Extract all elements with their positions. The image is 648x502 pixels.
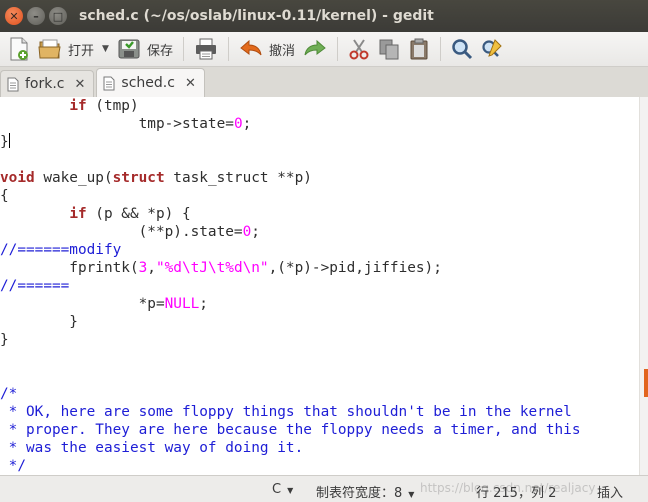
close-tab-icon[interactable]: ✕ bbox=[185, 76, 196, 91]
maximize-icon: □ bbox=[52, 9, 64, 23]
undo-label: 撤消 bbox=[268, 43, 295, 59]
redo-button[interactable] bbox=[299, 34, 331, 64]
new-button[interactable] bbox=[4, 34, 34, 64]
code-line[interactable] bbox=[0, 349, 640, 367]
toolbar-separator bbox=[336, 37, 338, 61]
code-line[interactable]: *p=NULL; bbox=[0, 295, 640, 313]
text-cursor bbox=[8, 133, 10, 148]
code-line[interactable]: } bbox=[0, 313, 640, 331]
tab-label: fork.c bbox=[25, 76, 65, 92]
text-file-icon bbox=[103, 76, 115, 90]
window-title: sched.c (~/os/oslab/linux-0.11/kernel) -… bbox=[79, 8, 434, 24]
print-button[interactable] bbox=[190, 34, 222, 64]
code-line[interactable]: * OK, here are some floppy things that s… bbox=[0, 403, 640, 421]
find-button[interactable] bbox=[447, 34, 477, 64]
title-bar: ✕ – □ sched.c (~/os/oslab/linux-0.11/ker… bbox=[0, 0, 648, 32]
maximize-window-button[interactable]: □ bbox=[49, 7, 67, 25]
save-icon bbox=[118, 39, 140, 59]
code-text[interactable]: if (tmp) tmp->state=0;} void wake_up(str… bbox=[0, 97, 640, 475]
open-label: 打开 bbox=[68, 43, 95, 59]
new-document-icon bbox=[10, 37, 28, 61]
toolbar-separator bbox=[182, 37, 184, 61]
open-dropdown-icon[interactable]: ▼ bbox=[102, 44, 109, 54]
undo-arrow-icon bbox=[240, 39, 262, 56]
open-folder-icon bbox=[38, 39, 61, 59]
open-button[interactable]: 打开 ▼ bbox=[34, 34, 113, 64]
status-bar: C ▼ 制表符宽度：8 ▼ https://blog.csdn.net/realja… bbox=[0, 475, 648, 502]
code-line[interactable]: (**p).state=0; bbox=[0, 223, 640, 241]
code-line[interactable]: */ bbox=[0, 457, 640, 475]
toolbar-separator bbox=[439, 37, 441, 61]
tab-sched-c[interactable]: sched.c ✕ bbox=[96, 68, 205, 97]
scissors-icon bbox=[349, 39, 369, 60]
code-line[interactable]: { bbox=[0, 187, 640, 205]
code-line[interactable]: } bbox=[0, 331, 640, 349]
scrollbar-thumb[interactable] bbox=[644, 369, 648, 397]
code-line[interactable]: //======modify bbox=[0, 241, 640, 259]
code-line[interactable]: //====== bbox=[0, 277, 640, 295]
code-line[interactable]: * was the easiest way of doing it. bbox=[0, 439, 640, 457]
toolbar: 打开 ▼ 保存 撤消 bbox=[0, 32, 648, 67]
insert-mode-indicator[interactable]: 插入 bbox=[597, 482, 623, 501]
minimize-window-button[interactable]: – bbox=[27, 7, 45, 25]
code-line[interactable]: } bbox=[0, 133, 640, 151]
tab-width-label: 制表符宽度：8 bbox=[316, 486, 403, 501]
code-line[interactable] bbox=[0, 151, 640, 169]
minimize-icon: – bbox=[33, 9, 39, 23]
code-line[interactable]: fprintk(3,"%d\tJ\t%d\n",(*p)->pid,jiffie… bbox=[0, 259, 640, 277]
code-line[interactable]: if (p && *p) { bbox=[0, 205, 640, 223]
save-button[interactable]: 保存 bbox=[113, 34, 177, 64]
code-line[interactable]: * proper. They are here because the flop… bbox=[0, 421, 640, 439]
code-line[interactable]: tmp->state=0; bbox=[0, 115, 640, 133]
copy-icon bbox=[379, 39, 399, 60]
document-tabs: fork.c ✕ sched.c ✕ bbox=[0, 67, 648, 98]
find-replace-icon bbox=[482, 39, 502, 57]
tab-label: sched.c bbox=[121, 75, 175, 91]
tab-fork-c[interactable]: fork.c ✕ bbox=[0, 70, 95, 97]
chevron-down-icon: ▼ bbox=[287, 486, 294, 495]
code-line[interactable] bbox=[0, 367, 640, 385]
vertical-scrollbar[interactable] bbox=[639, 97, 648, 475]
close-tab-icon[interactable]: ✕ bbox=[75, 77, 86, 92]
language-label: C bbox=[272, 482, 282, 497]
gedit-window: ✕ – □ sched.c (~/os/oslab/linux-0.11/ker… bbox=[0, 0, 648, 502]
cut-button[interactable] bbox=[344, 34, 374, 64]
code-line[interactable]: if (tmp) bbox=[0, 97, 640, 115]
copy-button[interactable] bbox=[374, 34, 404, 64]
code-line[interactable]: void wake_up(struct task_struct **p) bbox=[0, 169, 640, 187]
toolbar-separator bbox=[227, 37, 229, 61]
paste-clipboard-icon bbox=[410, 38, 428, 60]
chevron-down-icon: ▼ bbox=[408, 490, 415, 499]
printer-icon bbox=[195, 38, 216, 60]
redo-arrow-icon bbox=[304, 39, 326, 56]
replace-button[interactable] bbox=[477, 34, 507, 64]
cursor-position: 行 215，列 2 bbox=[476, 486, 557, 501]
tab-width-selector[interactable]: 制表符宽度：8 ▼ bbox=[316, 482, 414, 501]
close-icon: ✕ bbox=[9, 9, 19, 23]
undo-button[interactable]: 撤消 bbox=[235, 34, 299, 64]
text-file-icon bbox=[7, 77, 19, 91]
save-label: 保存 bbox=[146, 43, 173, 59]
search-icon bbox=[452, 39, 473, 60]
code-line[interactable]: /* bbox=[0, 385, 640, 403]
paste-button[interactable] bbox=[404, 34, 434, 64]
code-editor[interactable]: if (tmp) tmp->state=0;} void wake_up(str… bbox=[0, 97, 640, 475]
language-selector[interactable]: C ▼ bbox=[272, 482, 293, 497]
close-window-button[interactable]: ✕ bbox=[5, 7, 23, 25]
window-controls: ✕ – □ bbox=[5, 7, 67, 25]
